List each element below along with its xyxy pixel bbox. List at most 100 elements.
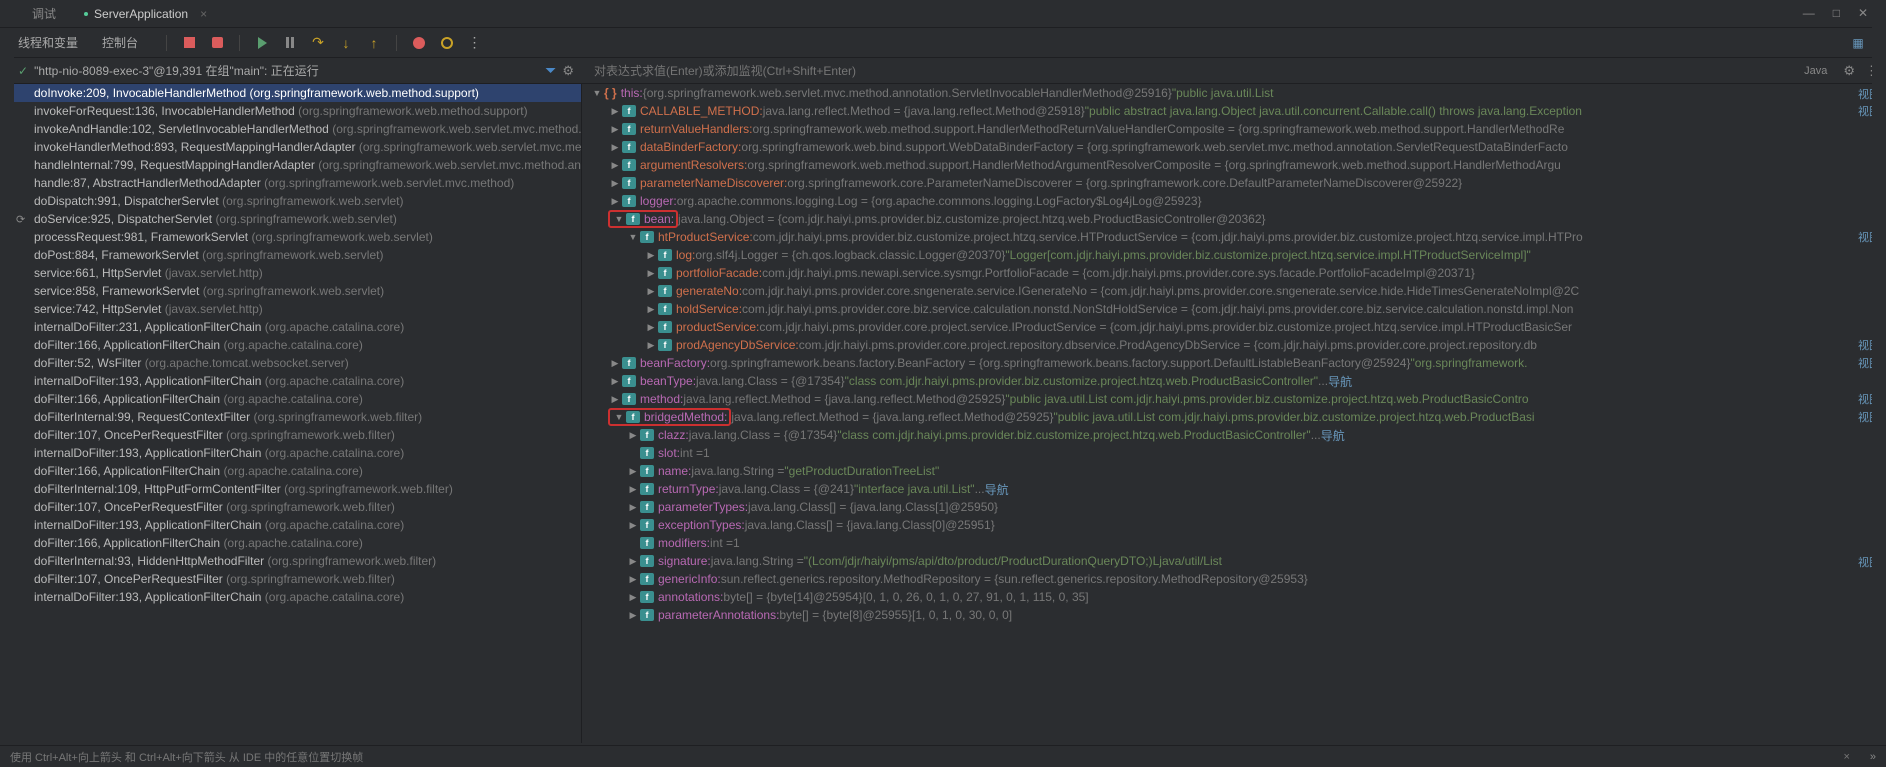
chevron-icon[interactable]: ▼ (612, 214, 626, 224)
chevron-icon[interactable]: ▶ (644, 304, 658, 315)
variables-pane[interactable]: ▼{ }this: {org.springframework.web.servl… (582, 84, 1886, 743)
variable-row[interactable]: ▶fclazz: java.lang.Class = {@17354} "cla… (582, 426, 1886, 444)
stack-frame[interactable]: doFilter:166, ApplicationFilterChain (or… (0, 390, 581, 408)
variable-row[interactable]: ▶fsignature: java.lang.String = "(Lcom/j… (582, 552, 1886, 570)
variable-row[interactable]: ▶fdataBinderFactory: org.springframework… (582, 138, 1886, 156)
chevron-icon[interactable]: ▶ (608, 394, 622, 405)
stop-button[interactable] (179, 33, 199, 53)
chevron-icon[interactable]: ▼ (590, 88, 604, 98)
chevron-icon[interactable]: ▶ (608, 106, 622, 117)
evaluate-input[interactable] (590, 62, 1794, 80)
variable-row[interactable]: ▶fportfolioFacade: com.jdjr.haiyi.pms.ne… (582, 264, 1886, 282)
pause-button[interactable] (280, 33, 300, 53)
minimize-button[interactable]: — (1799, 4, 1819, 22)
mute-breakpoints-button[interactable] (437, 33, 457, 53)
chevron-icon[interactable]: ▶ (608, 196, 622, 207)
stack-frame[interactable]: internalDoFilter:193, ApplicationFilterC… (0, 444, 581, 462)
variable-row[interactable]: ▶flog: org.slf4j.Logger = {ch.qos.logbac… (582, 246, 1886, 264)
variable-row[interactable]: ▶fCALLABLE_METHOD: java.lang.reflect.Met… (582, 102, 1886, 120)
variable-row[interactable]: ▼fbean: java.lang.Object = {com.jdjr.hai… (582, 210, 1886, 228)
tip-close-icon[interactable]: × (1843, 751, 1849, 763)
chevron-icon[interactable]: ▶ (626, 502, 640, 513)
stack-frame[interactable]: service:858, FrameworkServlet (org.sprin… (0, 282, 581, 300)
stack-frame[interactable]: invokeForRequest:136, InvocableHandlerMe… (0, 102, 581, 120)
stack-frame[interactable]: doFilter:107, OncePerRequestFilter (org.… (0, 498, 581, 516)
chevron-icon[interactable]: ▶ (608, 358, 622, 369)
variable-row[interactable]: ▶fbeanType: java.lang.Class = {@17354} "… (582, 372, 1886, 390)
stack-frame[interactable]: doFilter:166, ApplicationFilterChain (or… (0, 462, 581, 480)
stop2-button[interactable] (207, 33, 227, 53)
step-over-button[interactable]: ↷ (308, 33, 328, 53)
chevron-icon[interactable]: ▶ (626, 430, 640, 441)
chevron-icon[interactable]: ▶ (626, 592, 640, 603)
chevron-icon[interactable]: ▶ (626, 466, 640, 477)
variable-row[interactable]: ▶fproductService: com.jdjr.haiyi.pms.pro… (582, 318, 1886, 336)
variable-row[interactable]: fslot: int = 1 (582, 444, 1886, 462)
stack-frame[interactable]: doDispatch:991, DispatcherServlet (org.s… (0, 192, 581, 210)
stack-frame[interactable]: doFilter:107, OncePerRequestFilter (org.… (0, 426, 581, 444)
stack-frame[interactable]: handle:87, AbstractHandlerMethodAdapter … (0, 174, 581, 192)
stack-frame[interactable]: internalDoFilter:193, ApplicationFilterC… (0, 588, 581, 606)
chevron-icon[interactable]: ▶ (608, 124, 622, 135)
stack-frame[interactable]: internalDoFilter:193, ApplicationFilterC… (0, 372, 581, 390)
chevron-icon[interactable]: ▼ (612, 412, 626, 422)
thread-label[interactable]: "http-nio-8089-exec-3"@19,391 在组"main": … (34, 62, 545, 79)
chevron-icon[interactable]: ▶ (644, 340, 658, 351)
variable-row[interactable]: ▶fgenericInfo: sun.reflect.generics.repo… (582, 570, 1886, 588)
console-tab[interactable]: 控制台 (102, 34, 138, 51)
stack-frame[interactable]: service:742, HttpServlet (javax.servlet.… (0, 300, 581, 318)
breakpoint-button[interactable] (409, 33, 429, 53)
chevron-icon[interactable]: ▶ (626, 520, 640, 531)
chevron-icon[interactable]: ▶ (644, 322, 658, 333)
stack-frame[interactable]: internalDoFilter:231, ApplicationFilterC… (0, 318, 581, 336)
chevron-icon[interactable]: ▶ (608, 178, 622, 189)
chevron-icon[interactable]: ▶ (608, 160, 622, 171)
navigate-link[interactable]: 导航 (1328, 373, 1352, 390)
close-button[interactable]: ✕ (1854, 4, 1872, 22)
stack-frames-pane[interactable]: doInvoke:209, InvocableHandlerMethod (or… (0, 84, 582, 743)
resume-button[interactable] (252, 33, 272, 53)
stack-frame[interactable]: doFilter:107, OncePerRequestFilter (org.… (0, 570, 581, 588)
variable-row[interactable]: ▶fparameterAnnotations: byte[] = {byte[8… (582, 606, 1886, 624)
variable-row[interactable]: ▼fbridgedMethod: java.lang.reflect.Metho… (582, 408, 1886, 426)
variable-row[interactable]: ▶fname: java.lang.String = "getProductDu… (582, 462, 1886, 480)
stack-frame[interactable]: doFilter:166, ApplicationFilterChain (or… (0, 336, 581, 354)
variable-row[interactable]: fmodifiers: int = 1 (582, 534, 1886, 552)
stack-frame[interactable]: doPost:884, FrameworkServlet (org.spring… (0, 246, 581, 264)
variable-row[interactable]: ▶fprodAgencyDbService: com.jdjr.haiyi.pm… (582, 336, 1886, 354)
stack-frame[interactable]: service:661, HttpServlet (javax.servlet.… (0, 264, 581, 282)
variable-row[interactable]: ▶fbeanFactory: org.springframework.beans… (582, 354, 1886, 372)
chevron-icon[interactable]: ▶ (626, 574, 640, 585)
variable-row[interactable]: ▼{ }this: {org.springframework.web.servl… (582, 84, 1886, 102)
navigate-link[interactable]: 导航 (1321, 427, 1345, 444)
chevron-icon[interactable]: ▼ (626, 232, 640, 242)
stack-frame[interactable]: doFilterInternal:99, RequestContextFilte… (0, 408, 581, 426)
variable-row[interactable]: ▶fexceptionTypes: java.lang.Class[] = {j… (582, 516, 1886, 534)
variable-row[interactable]: ▶fmethod: java.lang.reflect.Method = {ja… (582, 390, 1886, 408)
more-button[interactable]: ⋮ (465, 33, 485, 53)
variable-row[interactable]: ▶flogger: org.apache.commons.logging.Log… (582, 192, 1886, 210)
tab-server-application[interactable]: ServerApplication × (70, 3, 221, 25)
chevron-icon[interactable]: ▶ (626, 484, 640, 495)
stack-frame[interactable]: handleInternal:799, RequestMappingHandle… (0, 156, 581, 174)
variable-row[interactable]: ▶fparameterTypes: java.lang.Class[] = {j… (582, 498, 1886, 516)
layout-button[interactable]: ▦ (1848, 33, 1868, 53)
variable-row[interactable]: ▼fhtProductService: com.jdjr.haiyi.pms.p… (582, 228, 1886, 246)
close-icon[interactable]: × (200, 7, 207, 21)
stack-frame[interactable]: ⟳doService:925, DispatcherServlet (org.s… (0, 210, 581, 228)
variable-row[interactable]: ▶fargumentResolvers: org.springframework… (582, 156, 1886, 174)
chevron-icon[interactable]: ▶ (626, 610, 640, 621)
stack-frame[interactable]: processRequest:981, FrameworkServlet (or… (0, 228, 581, 246)
stack-frame[interactable]: doFilter:52, WsFilter (org.apache.tomcat… (0, 354, 581, 372)
chevron-icon[interactable]: ▶ (644, 268, 658, 279)
variable-row[interactable]: ▶fparameterNameDiscoverer: org.springfra… (582, 174, 1886, 192)
stack-frame[interactable]: invokeHandlerMethod:893, RequestMappingH… (0, 138, 581, 156)
filter-icon[interactable]: ⏷ (545, 62, 556, 79)
maximize-button[interactable]: □ (1829, 4, 1844, 22)
eval-settings-icon[interactable]: ⚙ (1843, 63, 1855, 79)
stack-frame[interactable]: invokeAndHandle:102, ServletInvocableHan… (0, 120, 581, 138)
tab-debug[interactable]: 调试 (18, 1, 70, 26)
chevron-icon[interactable]: ▶ (644, 286, 658, 297)
chevron-icon[interactable]: ▶ (644, 250, 658, 261)
settings-icon[interactable]: ⚙ (562, 63, 574, 79)
